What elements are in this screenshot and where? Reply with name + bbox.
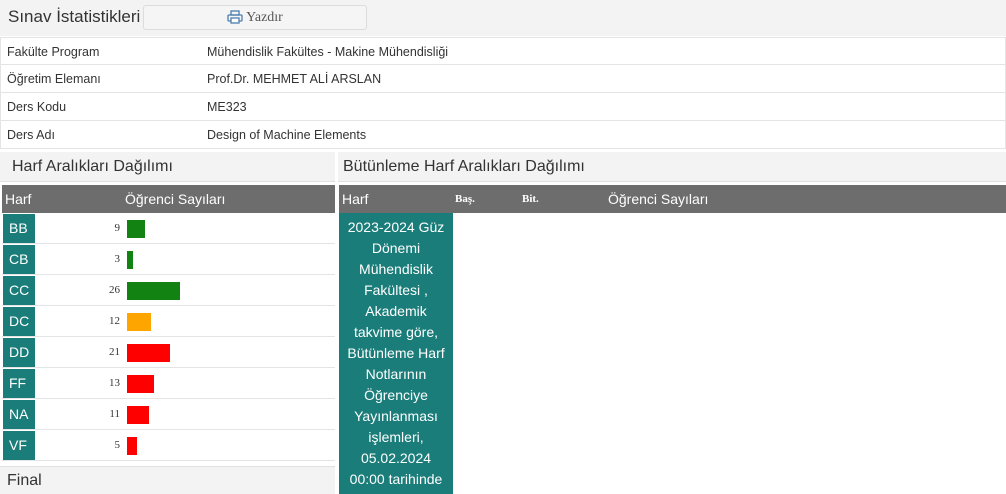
grade-row: FF 13 [2,368,335,399]
student-count: 11 [109,408,120,420]
info-row-course-code: Ders Kodu ME323 [0,93,1006,121]
grade-table-header: Harf Öğrenci Sayıları [2,185,335,213]
page-title: Sınav İstatistikleri [8,7,141,26]
count-bar [127,282,180,300]
student-count: 21 [109,346,120,358]
count-bar [127,406,149,424]
info-label: Ders Kodu [7,100,67,114]
grade-letter: DC [3,307,35,336]
count-bar [127,375,154,393]
count-bar [127,220,145,238]
grade-row: CB 3 [2,244,335,275]
grade-row: VF 5 [2,430,335,461]
grade-letter: VF [3,431,35,460]
student-count: 3 [114,253,121,265]
col-end: Bit. [522,193,539,205]
col-grade: Harf [5,191,32,207]
grade-letter: NA [3,400,35,429]
student-count: 9 [114,222,121,234]
grade-row: NA 11 [2,399,335,430]
count-bar [127,344,170,362]
grade-row: DD 21 [2,337,335,368]
top-bar: Sınav İstatistikleri Yazdır [0,0,1006,36]
grade-letter: FF [3,369,35,398]
info-value: ME323 [207,100,247,114]
grade-letter: DD [3,338,35,367]
info-label: Fakülte Program [7,45,100,59]
student-count: 5 [114,439,121,451]
printer-icon [227,10,243,24]
student-count: 26 [109,284,120,296]
col-count: Öğrenci Sayıları [125,191,226,207]
info-row-instructor: Öğretim Elemanı Prof.Dr. MEHMET ALİ ARSL… [0,65,1006,93]
grade-letter: CB [3,245,35,274]
course-info-table: Fakülte Program Mühendislik Fakültes - M… [0,37,1006,149]
info-row-course-name: Ders Adı Design of Machine Elements [0,121,1006,149]
grade-row: BB 9 [2,213,335,244]
grade-distribution-title: Harf Aralıkları Dağılımı [0,152,335,182]
col-grade: Harf [342,191,369,207]
count-bar [127,251,133,269]
print-button-label: Yazdır [246,10,283,25]
final-section-title: Final [0,466,335,494]
count-bar [127,313,151,331]
grade-letter: BB [3,214,35,243]
student-count: 13 [109,377,120,389]
col-count: Öğrenci Sayıları [608,191,709,207]
info-row-faculty: Fakülte Program Mühendislik Fakültes - M… [0,37,1006,65]
grade-letter: CC [3,276,35,305]
info-label: Ders Adı [7,128,55,142]
student-count: 12 [109,315,120,327]
grade-row: CC 26 [2,275,335,306]
grade-distribution-rows: BB 9 CB 3 CC 26 DC 12 DD 21 FF 13 NA 11 VF 5 [2,213,335,461]
makeup-distribution-title: Bütünleme Harf Aralıkları Dağılımı [338,152,1006,182]
info-value: Mühendislik Fakültes - Makine Mühendisli… [207,45,449,59]
info-value: Design of Machine Elements [207,128,367,142]
count-bar [127,437,137,455]
makeup-table-header: Harf Baş. Bit. Öğrenci Sayıları [339,185,1006,213]
grade-row: DC 12 [2,306,335,337]
col-start: Baş. [455,193,475,205]
print-button[interactable]: Yazdır [143,5,367,30]
info-value: Prof.Dr. MEHMET ALİ ARSLAN [207,72,382,86]
makeup-notice: 2023-2024 Güz Dönemi Mühendislik Fakülte… [339,213,453,494]
info-label: Öğretim Elemanı [7,72,101,86]
